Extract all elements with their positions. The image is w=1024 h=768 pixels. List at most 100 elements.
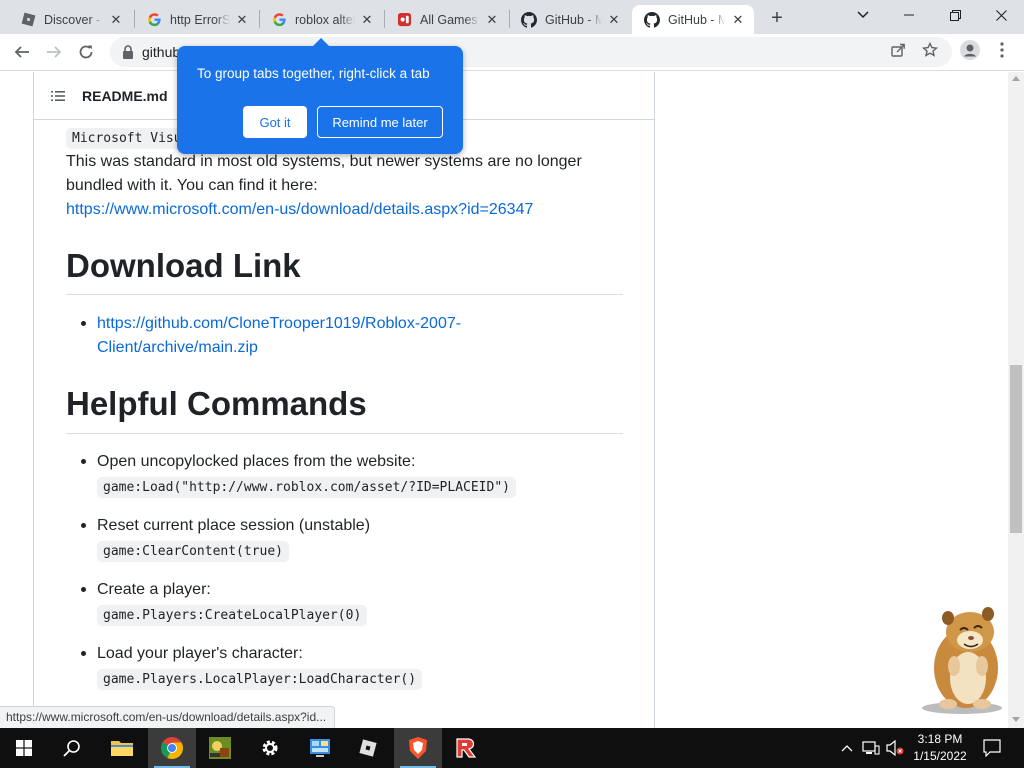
close-icon[interactable]: ✕ — [234, 12, 250, 28]
scroll-up-arrow[interactable] — [1012, 76, 1020, 81]
search-icon — [63, 740, 80, 757]
windows-logo-icon — [16, 740, 32, 756]
microsoft-download-link[interactable]: https://www.microsoft.com/en-us/download… — [66, 198, 626, 222]
page-scrollbar[interactable] — [1008, 72, 1024, 728]
folder-icon — [111, 741, 133, 756]
tab-strip: Discover - R ✕ http ErrorS ✕ roblox alte… — [0, 0, 1024, 34]
roblox-r-icon — [456, 738, 477, 758]
show-hidden-icons-button[interactable] — [838, 728, 856, 768]
minimize-icon — [904, 14, 914, 16]
close-icon[interactable]: ✕ — [730, 12, 746, 28]
link-line: Client/archive/main.zip — [97, 339, 258, 356]
tab-title: Discover - R — [44, 12, 104, 27]
profile-button[interactable] — [958, 38, 982, 62]
tab-roblox-alter[interactable]: roblox alter ✕ — [259, 5, 383, 34]
restore-icon — [949, 9, 961, 21]
command-code: game:ClearContent(true) — [97, 541, 290, 562]
inline-code: Microsoft Visu — [66, 128, 188, 149]
volume-button[interactable] — [884, 728, 906, 768]
back-arrow-icon — [14, 46, 29, 58]
back-button[interactable] — [8, 38, 36, 66]
tab-github-active[interactable]: GitHub - M ✕ — [632, 5, 754, 34]
volume-muted-icon — [886, 740, 904, 756]
bubble-arrow — [313, 38, 329, 46]
link-line: https://github.com/CloneTrooper1019/Robl… — [97, 315, 462, 332]
scroll-down-arrow[interactable] — [1012, 717, 1020, 722]
star-icon — [922, 42, 938, 57]
heading-divider — [66, 433, 623, 434]
github-icon — [521, 11, 537, 28]
close-icon[interactable]: ✕ — [108, 12, 124, 28]
command-code: game.Players:CreateLocalPlayer(0) — [97, 605, 368, 626]
reload-button[interactable] — [72, 38, 100, 66]
minimize-button[interactable] — [886, 0, 932, 30]
close-icon — [995, 9, 1007, 21]
network-button[interactable] — [860, 728, 882, 768]
tab-github-1[interactable]: GitHub - M ✕ — [509, 5, 630, 34]
remind-me-later-button[interactable]: Remind me later — [317, 106, 443, 138]
command-code-line: game.Players.LocalPlayer:LoadCharacter() — [97, 667, 657, 692]
taskbar-clock[interactable]: 3:18 PM 1/15/2022 — [910, 731, 970, 765]
list-icon[interactable] — [50, 88, 66, 104]
helpful-commands-heading: Helpful Commands — [66, 385, 367, 422]
command-description: Open uncopylocked places from the websit… — [97, 453, 416, 470]
chrome-icon — [161, 737, 183, 759]
bullet — [81, 321, 86, 326]
avatar-icon — [960, 40, 980, 60]
share-button[interactable] — [886, 38, 910, 62]
command-description: Load your player's character: — [97, 645, 303, 662]
game-icon — [396, 12, 412, 28]
gear-icon — [262, 740, 278, 756]
command-code: game.Players.LocalPlayer:LoadCharacter() — [97, 669, 423, 690]
tab-discover[interactable]: Discover - R ✕ — [8, 5, 132, 34]
download-link-heading: Download Link — [66, 247, 301, 284]
command-code-line: game:Load("http://www.roblox.com/asset/?… — [97, 475, 657, 500]
search-button[interactable] — [48, 728, 96, 768]
close-icon[interactable]: ✕ — [359, 12, 375, 28]
got-it-button[interactable]: Got it — [243, 106, 307, 138]
taskbar-control-panel[interactable] — [296, 728, 344, 768]
google-icon — [146, 12, 162, 28]
tab-title: roblox alter — [295, 12, 355, 27]
start-button[interactable] — [0, 728, 48, 768]
close-icon[interactable]: ✕ — [606, 12, 622, 28]
bookmark-button[interactable] — [918, 38, 942, 62]
readme-panel: README.md Microsoft Visu This was standa… — [33, 72, 655, 728]
tab-title: All Games — [420, 12, 478, 27]
promo-message: To group tabs together, right-click a ta… — [197, 66, 430, 81]
chevron-down-icon — [857, 11, 869, 19]
network-icon — [862, 741, 880, 755]
bullet — [81, 587, 86, 592]
scrollbar-thumb[interactable] — [1010, 365, 1022, 533]
kebab-menu-icon — [1000, 42, 1004, 58]
new-tab-button[interactable]: + — [766, 7, 788, 29]
readme-filename: README.md — [82, 88, 168, 104]
address-text: github — [142, 44, 181, 60]
taskbar-game-app[interactable] — [196, 728, 244, 768]
taskbar-roblox-studio[interactable] — [442, 728, 490, 768]
action-center-button[interactable] — [978, 728, 1006, 768]
taskbar-file-explorer[interactable] — [98, 728, 146, 768]
github-archive-link[interactable]: https://github.com/CloneTrooper1019/Robl… — [97, 312, 617, 360]
tab-title: http ErrorS — [170, 12, 230, 27]
menu-button[interactable] — [990, 38, 1014, 62]
taskbar-chrome[interactable] — [148, 728, 196, 768]
taskbar-settings[interactable] — [246, 728, 294, 768]
forward-button[interactable] — [40, 38, 68, 66]
tab-http-errors[interactable]: http ErrorS ✕ — [134, 5, 258, 34]
bullet — [81, 651, 86, 656]
github-icon — [644, 11, 660, 28]
paragraph-line: bundled with it. You can find it here: — [66, 177, 318, 194]
restore-button[interactable] — [932, 0, 978, 30]
clock-date: 1/15/2022 — [913, 749, 967, 763]
taskbar-roblox[interactable] — [344, 728, 392, 768]
roblox-icon — [20, 12, 36, 28]
taskbar-brave[interactable] — [394, 728, 442, 768]
tab-all-games[interactable]: All Games ✕ — [384, 5, 508, 34]
lock-icon — [123, 45, 133, 59]
tab-search-button[interactable] — [840, 0, 886, 30]
close-window-button[interactable] — [978, 0, 1024, 30]
page-viewport: README.md Microsoft Visu This was standa… — [0, 72, 1024, 728]
close-icon[interactable]: ✕ — [484, 12, 500, 28]
command-code-line: game:ClearContent(true) — [97, 539, 657, 564]
